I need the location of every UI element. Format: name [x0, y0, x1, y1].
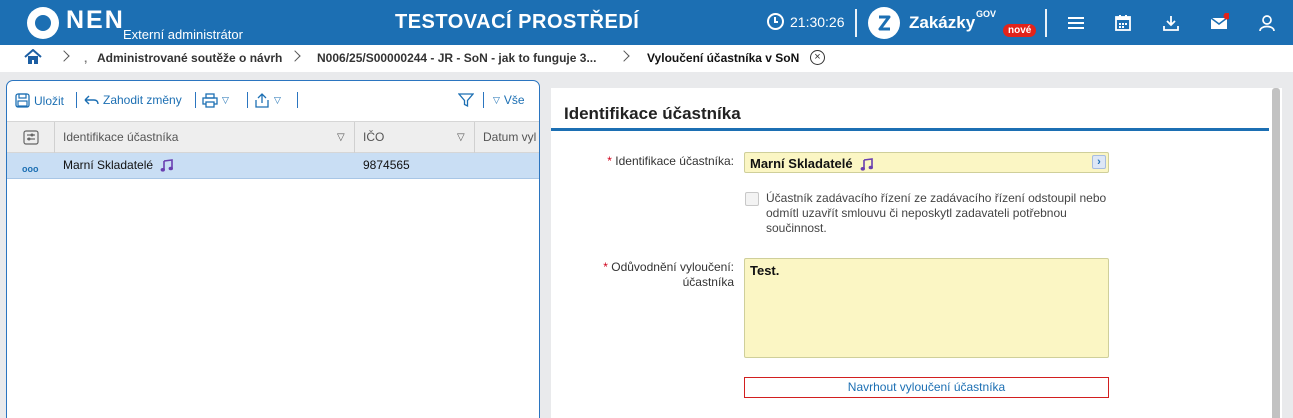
toolbar-divider [195, 92, 196, 108]
top-header: NEN Externí administrátor TESTOVACÍ PROS… [0, 0, 1293, 45]
participant-cell: Marní Skladatelé [55, 153, 355, 178]
home-icon[interactable] [24, 49, 42, 65]
dropdown-triangle-icon: ▽ [274, 95, 281, 105]
withdrawn-checkbox[interactable] [745, 192, 759, 206]
participants-grid-panel: Uložit Zahodit změny ▽ ▽ ▽ Vše Identifik… [6, 80, 540, 418]
column-header-participant[interactable]: Identifikace účastníka [55, 122, 355, 153]
breadcrumb-current: Vyloučení účastníka v SoN [647, 51, 800, 65]
clock-icon [767, 13, 784, 30]
required-marker: * [603, 260, 608, 274]
close-tab-icon[interactable]: × [810, 50, 825, 65]
menu-icon[interactable] [1066, 13, 1086, 33]
logo-subtitle: Externí administrátor [123, 27, 243, 42]
zakazky-link[interactable]: Zakázky [909, 13, 975, 33]
column-settings-cell[interactable] [7, 122, 55, 153]
column-settings-icon [23, 130, 39, 145]
participant-field-label: * Identifikace účastníka: [607, 154, 734, 168]
chevron-right-icon [289, 50, 301, 62]
detail-title: Identifikace účastníka [564, 104, 741, 123]
calendar-icon[interactable] [1113, 13, 1133, 33]
date-cell [475, 153, 483, 178]
user-icon[interactable] [1257, 13, 1277, 33]
save-icon [15, 93, 30, 108]
share-icon [255, 93, 269, 108]
table-row[interactable]: ooo Marní Skladatelé 9874565 [7, 153, 539, 179]
required-marker: * [607, 154, 612, 168]
reason-value: Test. [750, 263, 780, 278]
header-divider [1045, 9, 1047, 37]
save-button[interactable]: Uložit [15, 93, 64, 108]
clock-time: 21:30:26 [790, 13, 845, 30]
nen-logo-icon[interactable] [27, 7, 59, 39]
undo-icon [84, 95, 99, 105]
participant-label-text: Identifikace účastníka: [615, 154, 734, 168]
participant-field-value: Marní Skladatelé [750, 156, 853, 171]
discard-label: Zahodit změny [103, 93, 182, 107]
grid-header: Identifikace účastníka ▽ IČO ▽ Datum vyl [7, 121, 539, 153]
chevron-right-icon [618, 50, 630, 62]
toolbar-divider [297, 92, 298, 108]
withdrawn-checkbox-label: Účastník zadávacího řízení ze zadávacího… [766, 191, 1107, 235]
vertical-scrollbar[interactable] [1272, 88, 1280, 418]
breadcrumb-item[interactable]: N006/25/S00000244 - JR - SoN - jak to fu… [317, 51, 596, 65]
session-clock: 21:30:26 [767, 13, 845, 30]
grid-toolbar: Uložit Zahodit změny ▽ ▽ ▽ Vše [7, 81, 539, 119]
music-note-icon [860, 158, 874, 171]
environment-title: TESTOVACÍ PROSTŘEDÍ [395, 11, 640, 33]
discard-changes-button[interactable]: Zahodit změny [83, 93, 182, 107]
download-icon[interactable] [1161, 13, 1181, 33]
toolbar-divider [247, 92, 248, 108]
toolbar-divider [76, 92, 77, 108]
header-divider [855, 9, 857, 37]
zakazky-gov-label: GOV [976, 9, 997, 19]
column-header-date[interactable]: Datum vyl [475, 122, 539, 153]
save-label: Uložit [34, 93, 65, 108]
zakazky-logo-icon[interactable] [868, 7, 900, 39]
view-filter-select[interactable]: ▽ Vše [493, 93, 525, 107]
print-button[interactable]: ▽ [202, 93, 229, 108]
dropdown-triangle-icon: ▽ [493, 94, 500, 105]
chevron-right-icon [58, 50, 70, 62]
chevron-right-icon[interactable]: › [1092, 155, 1106, 169]
breadcrumb-tick: ‚ [84, 51, 88, 65]
participant-detail-panel: Identifikace účastníka * Identifikace úč… [551, 88, 1282, 418]
sort-triangle-icon[interactable]: ▽ [337, 122, 345, 153]
row-actions-icon[interactable]: ooo [22, 164, 39, 174]
participant-field[interactable]: Marní Skladatelé › [744, 152, 1109, 173]
mail-icon[interactable] [1209, 13, 1229, 33]
zakazky-new-badge: nové [1003, 24, 1037, 37]
filter-button[interactable] [458, 92, 474, 108]
dropdown-triangle-icon: ▽ [222, 95, 229, 105]
propose-exclusion-button[interactable]: Navrhout vyloučení účastníka [744, 377, 1109, 398]
view-filter-value: Vše [503, 93, 525, 107]
participant-name: Marní Skladatelé [63, 158, 154, 172]
ico-cell: 9874565 [363, 158, 410, 172]
nen-logo-text[interactable]: NEN [66, 6, 125, 35]
music-note-icon [160, 159, 174, 172]
reason-field-label: * Odůvodnění vyloučení: účastníka [603, 260, 734, 290]
toolbar-divider [483, 92, 484, 108]
breadcrumb: ‚ Administrované soutěže o návrh N006/25… [0, 45, 1293, 72]
export-button[interactable]: ▽ [254, 93, 281, 108]
sort-triangle-icon[interactable]: ▽ [457, 122, 465, 153]
reason-textarea[interactable]: Test. [744, 258, 1109, 358]
title-underline [551, 128, 1269, 131]
print-icon [202, 93, 218, 108]
filter-icon [458, 93, 474, 108]
breadcrumb-item[interactable]: Administrované soutěže o návrh [97, 51, 282, 65]
reason-label-text-2: účastníka [682, 275, 734, 289]
reason-label-text: Odůvodnění vyloučení: [611, 260, 734, 274]
